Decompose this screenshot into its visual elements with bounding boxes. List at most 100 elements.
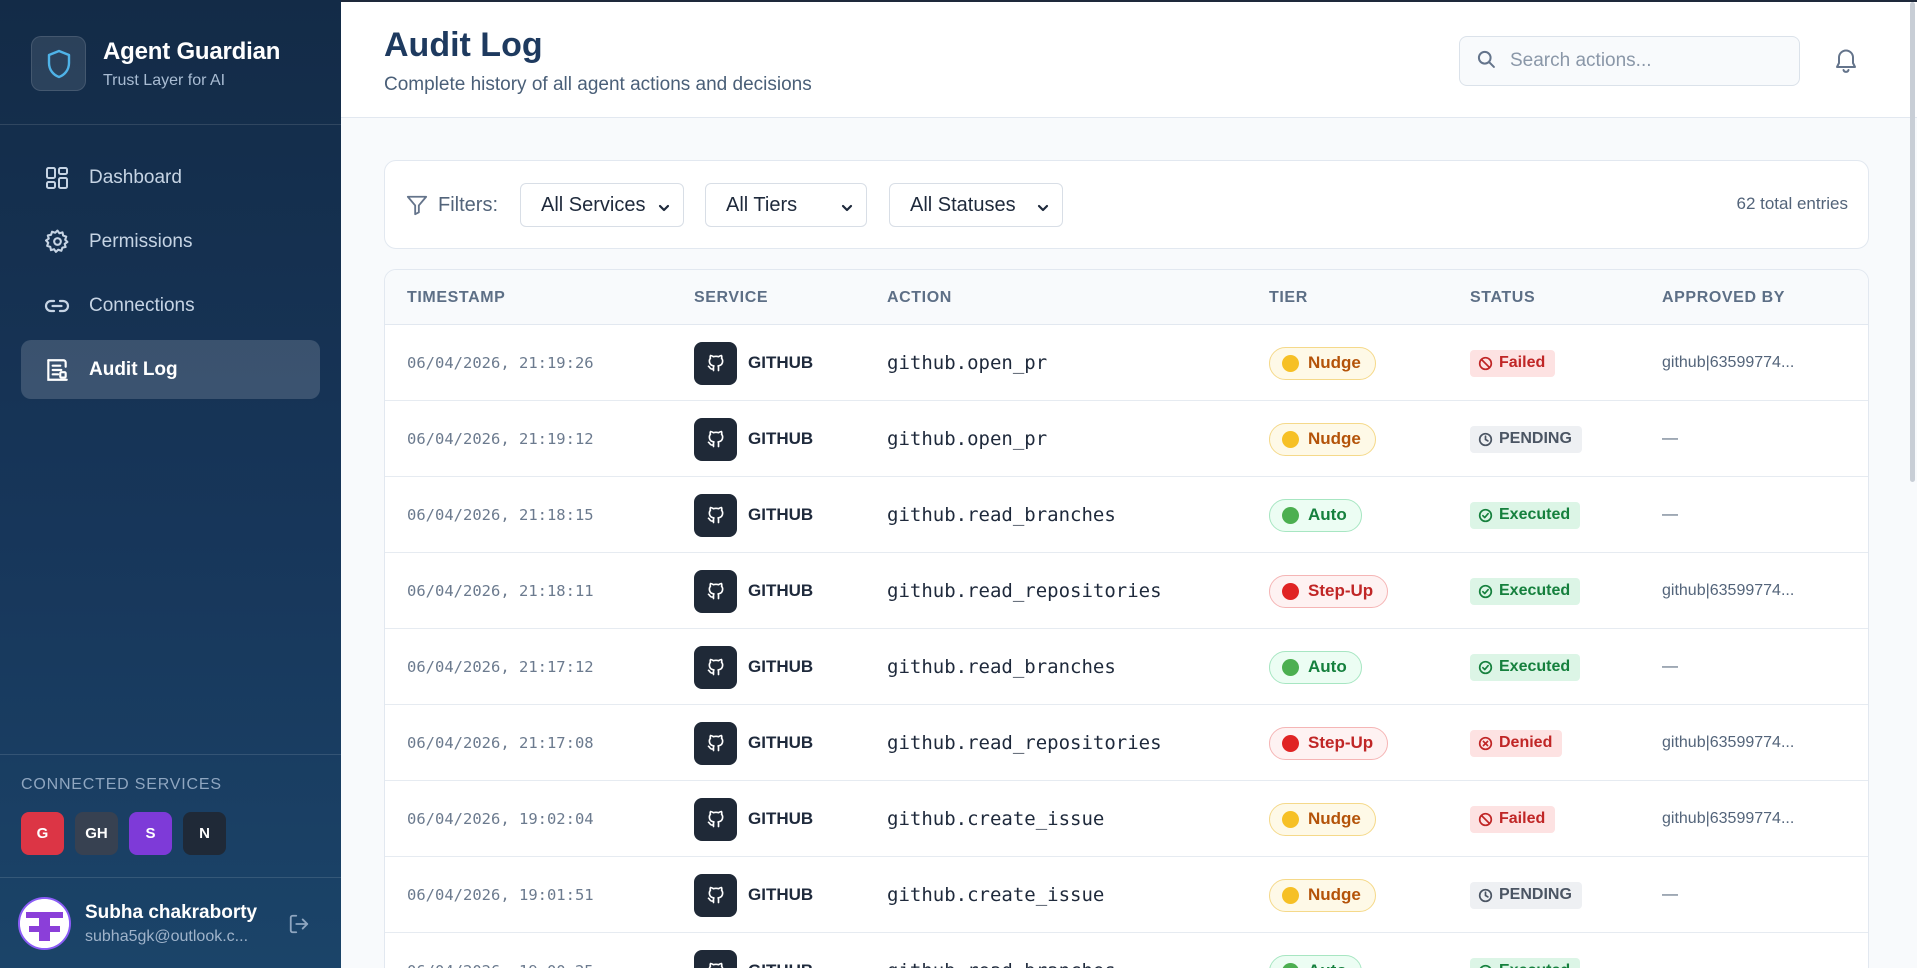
table-row[interactable]: 06/04/2026, 21:18:15 GITHUB github.read_… bbox=[385, 477, 1868, 553]
tier-dot-icon bbox=[1282, 734, 1299, 752]
github-icon bbox=[694, 949, 737, 968]
avatar bbox=[18, 897, 71, 950]
check-circle-icon bbox=[1478, 508, 1499, 523]
tier-dot-icon bbox=[1282, 430, 1299, 448]
timestamp-cell: 06/04/2026, 19:01:51 bbox=[407, 886, 594, 904]
dashboard-icon bbox=[43, 164, 71, 192]
search-box[interactable] bbox=[1459, 36, 1800, 86]
filter-icon bbox=[406, 194, 428, 221]
timestamp-cell: 06/04/2026, 21:17:12 bbox=[407, 658, 594, 676]
column-header-timestamp[interactable]: TIMESTAMP bbox=[407, 289, 505, 307]
sidebar-item-permissions[interactable]: Permissions bbox=[21, 212, 320, 271]
connected-services-label: CONNECTED SERVICES bbox=[21, 776, 222, 793]
tier-label: Nudge bbox=[1308, 885, 1361, 904]
tier-dot-icon bbox=[1282, 506, 1299, 524]
status-badge: Failed bbox=[1470, 349, 1556, 377]
service-name: GITHUB bbox=[748, 733, 814, 752]
timestamp-cell: 06/04/2026, 21:17:08 bbox=[407, 734, 594, 752]
service-name: GITHUB bbox=[748, 657, 814, 676]
status-filter-value: All Statuses bbox=[910, 193, 1016, 216]
table-row[interactable]: 06/04/2026, 21:18:11 GITHUB github.read_… bbox=[385, 553, 1868, 629]
tier-label: Step-Up bbox=[1308, 581, 1374, 600]
sidebar-divider bbox=[0, 754, 341, 755]
scrollbar[interactable] bbox=[1910, 2, 1915, 482]
column-header-approved-by[interactable]: APPROVED BY bbox=[1662, 289, 1785, 307]
github-icon bbox=[694, 569, 737, 613]
table-row[interactable]: 06/04/2026, 21:17:12 GITHUB github.read_… bbox=[385, 629, 1868, 705]
sidebar-item-connections[interactable]: Connections bbox=[21, 276, 320, 335]
connected-services-list: G GH S N bbox=[21, 812, 226, 855]
table-row[interactable]: 06/04/2026, 19:02:04 GITHUB github.creat… bbox=[385, 781, 1868, 857]
clock-icon bbox=[1478, 432, 1499, 447]
tier-label: Nudge bbox=[1308, 353, 1361, 372]
filters-label: Filters: bbox=[438, 194, 498, 216]
check-circle-icon bbox=[1478, 964, 1499, 968]
tier-badge: Nudge bbox=[1269, 802, 1376, 836]
chevron-down-icon bbox=[657, 198, 671, 221]
column-header-status[interactable]: STATUS bbox=[1470, 289, 1535, 307]
logout-icon[interactable] bbox=[286, 911, 312, 937]
check-circle-icon bbox=[1478, 660, 1499, 675]
status-badge: PENDING bbox=[1470, 881, 1582, 909]
brand[interactable]: Agent Guardian Trust Layer for AI bbox=[31, 36, 280, 91]
status-label: Executed bbox=[1499, 582, 1571, 599]
service-chip-github[interactable]: GH bbox=[75, 812, 118, 855]
chevron-down-icon bbox=[840, 198, 854, 221]
status-filter-select[interactable]: All Statuses bbox=[889, 183, 1063, 227]
service-name: GITHUB bbox=[748, 809, 814, 828]
audit-log-table: TIMESTAMP SERVICE ACTION TIER STATUS APP… bbox=[384, 269, 1869, 968]
service-chip-slack[interactable]: S bbox=[129, 812, 172, 855]
action-cell: github.read_branches bbox=[887, 504, 1116, 526]
search-icon bbox=[1476, 49, 1496, 74]
service-filter-select[interactable]: All Services bbox=[520, 183, 684, 227]
tier-badge: Step-Up bbox=[1269, 726, 1389, 760]
tier-label: Auto bbox=[1308, 961, 1347, 968]
action-cell: github.read_repositories bbox=[887, 732, 1162, 754]
action-cell: github.read_branches bbox=[887, 960, 1116, 968]
approved-by-cell: — bbox=[1662, 658, 1678, 675]
user-profile[interactable]: Subha chakraborty subha5gk@outlook.c... bbox=[18, 897, 318, 950]
column-header-action[interactable]: ACTION bbox=[887, 289, 952, 307]
tier-dot-icon bbox=[1282, 658, 1299, 676]
github-icon bbox=[694, 341, 737, 385]
github-icon bbox=[694, 721, 737, 765]
tier-dot-icon bbox=[1282, 582, 1299, 600]
service-name: GITHUB bbox=[748, 505, 814, 524]
filters-bar: Filters: All Services All Tiers All Stat… bbox=[384, 160, 1869, 249]
table-body: 06/04/2026, 21:19:26 GITHUB github.open_… bbox=[385, 325, 1868, 968]
sidebar-item-label: Audit Log bbox=[89, 358, 178, 380]
table-row[interactable]: 06/04/2026, 21:19:26 GITHUB github.open_… bbox=[385, 325, 1868, 401]
service-chip-google[interactable]: G bbox=[21, 812, 64, 855]
bell-icon[interactable] bbox=[1832, 47, 1860, 75]
column-header-tier[interactable]: TIER bbox=[1269, 289, 1308, 307]
tier-badge: Auto bbox=[1269, 498, 1362, 532]
sidebar-item-dashboard[interactable]: Dashboard bbox=[21, 148, 320, 207]
tier-badge: Nudge bbox=[1269, 878, 1376, 912]
tier-badge: Auto bbox=[1269, 650, 1362, 684]
github-icon bbox=[694, 797, 737, 841]
page-subtitle: Complete history of all agent actions an… bbox=[384, 74, 812, 95]
total-entries: 62 total entries bbox=[1736, 194, 1848, 213]
status-badge: Executed bbox=[1470, 653, 1581, 681]
column-header-service[interactable]: SERVICE bbox=[694, 289, 768, 307]
check-circle-icon bbox=[1478, 584, 1499, 599]
sidebar-item-label: Dashboard bbox=[89, 166, 182, 188]
table-row[interactable]: 06/04/2026, 21:17:08 GITHUB github.read_… bbox=[385, 705, 1868, 781]
approved-by-cell: github|63599774... bbox=[1662, 582, 1795, 599]
timestamp-cell: 06/04/2026, 19:02:04 bbox=[407, 810, 594, 828]
service-chip-notion[interactable]: N bbox=[183, 812, 226, 855]
table-row[interactable]: 06/04/2026, 21:19:12 GITHUB github.open_… bbox=[385, 401, 1868, 477]
sidebar-item-audit-log[interactable]: Audit Log bbox=[21, 340, 320, 399]
approved-by-cell: github|63599774... bbox=[1662, 734, 1795, 751]
tier-label: Step-Up bbox=[1308, 733, 1374, 752]
table-row[interactable]: 06/04/2026, 19:00:25 GITHUB github.read_… bbox=[385, 933, 1868, 968]
sidebar-item-label: Connections bbox=[89, 294, 195, 316]
user-name: Subha chakraborty bbox=[85, 901, 258, 923]
search-input[interactable] bbox=[1510, 50, 1780, 72]
table-row[interactable]: 06/04/2026, 19:01:51 GITHUB github.creat… bbox=[385, 857, 1868, 933]
github-icon bbox=[694, 417, 737, 461]
tier-filter-select[interactable]: All Tiers bbox=[705, 183, 867, 227]
table-header: TIMESTAMP SERVICE ACTION TIER STATUS APP… bbox=[385, 270, 1868, 325]
status-badge: Denied bbox=[1470, 729, 1563, 757]
ban-icon bbox=[1478, 356, 1499, 371]
